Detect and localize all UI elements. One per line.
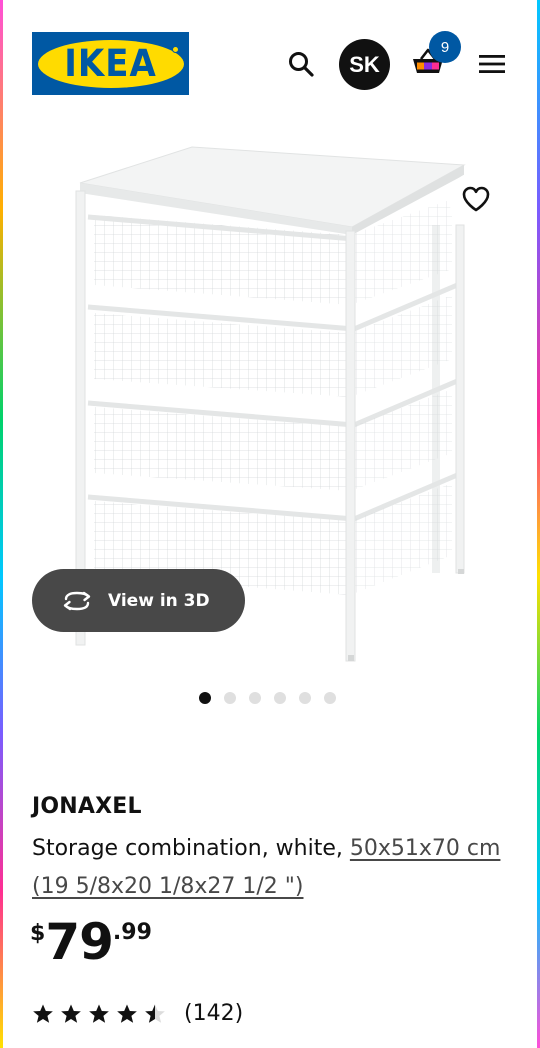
rotate-3d-icon — [63, 591, 91, 610]
heart-icon — [462, 186, 490, 212]
registered-mark — [172, 46, 179, 53]
gallery-dot-6[interactable] — [324, 692, 336, 704]
rating-stars — [32, 1003, 166, 1025]
logo-text: IKEA — [64, 41, 157, 86]
hamburger-menu-icon — [479, 55, 505, 73]
cart-count-badge: 9 — [429, 31, 461, 63]
user-avatar-button[interactable]: SK — [339, 39, 390, 90]
gallery-dot-1[interactable] — [199, 692, 211, 704]
gallery-dot-5[interactable] — [299, 692, 311, 704]
star-icon — [145, 1004, 165, 1023]
review-count: (142) — [184, 1001, 244, 1026]
product-description-text: Storage combination, white, — [32, 836, 350, 861]
left-edge-strip — [0, 0, 3, 1048]
gallery-pagination — [199, 692, 336, 704]
product-description: Storage combination, white, 50x51x70 cm … — [32, 830, 502, 906]
product-rating[interactable]: (142) — [32, 1001, 243, 1026]
logo-oval: IKEA — [37, 39, 184, 88]
star-icon — [117, 1004, 137, 1023]
price-currency: $ — [30, 921, 46, 946]
view-in-3d-label: View in 3D — [108, 590, 210, 611]
menu-button[interactable] — [472, 44, 512, 84]
gallery-dot-2[interactable] — [224, 692, 236, 704]
price-decimal: .99 — [112, 920, 152, 945]
top-header: IKEA SK 9 — [0, 0, 540, 120]
star-icon — [33, 1004, 53, 1023]
favorite-button[interactable] — [449, 172, 503, 226]
view-in-3d-button[interactable]: View in 3D — [32, 569, 245, 632]
gallery-dot-4[interactable] — [274, 692, 286, 704]
ikea-logo[interactable]: IKEA — [32, 32, 189, 95]
gallery-dot-3[interactable] — [249, 692, 261, 704]
star-icon — [89, 1004, 109, 1023]
search-button[interactable] — [281, 44, 321, 84]
search-icon — [289, 52, 314, 77]
price-integer: 79 — [45, 913, 114, 971]
star-icon — [61, 1004, 81, 1023]
product-price: $ 79 .99 — [30, 912, 152, 972]
product-name: JONAXEL — [32, 794, 142, 819]
